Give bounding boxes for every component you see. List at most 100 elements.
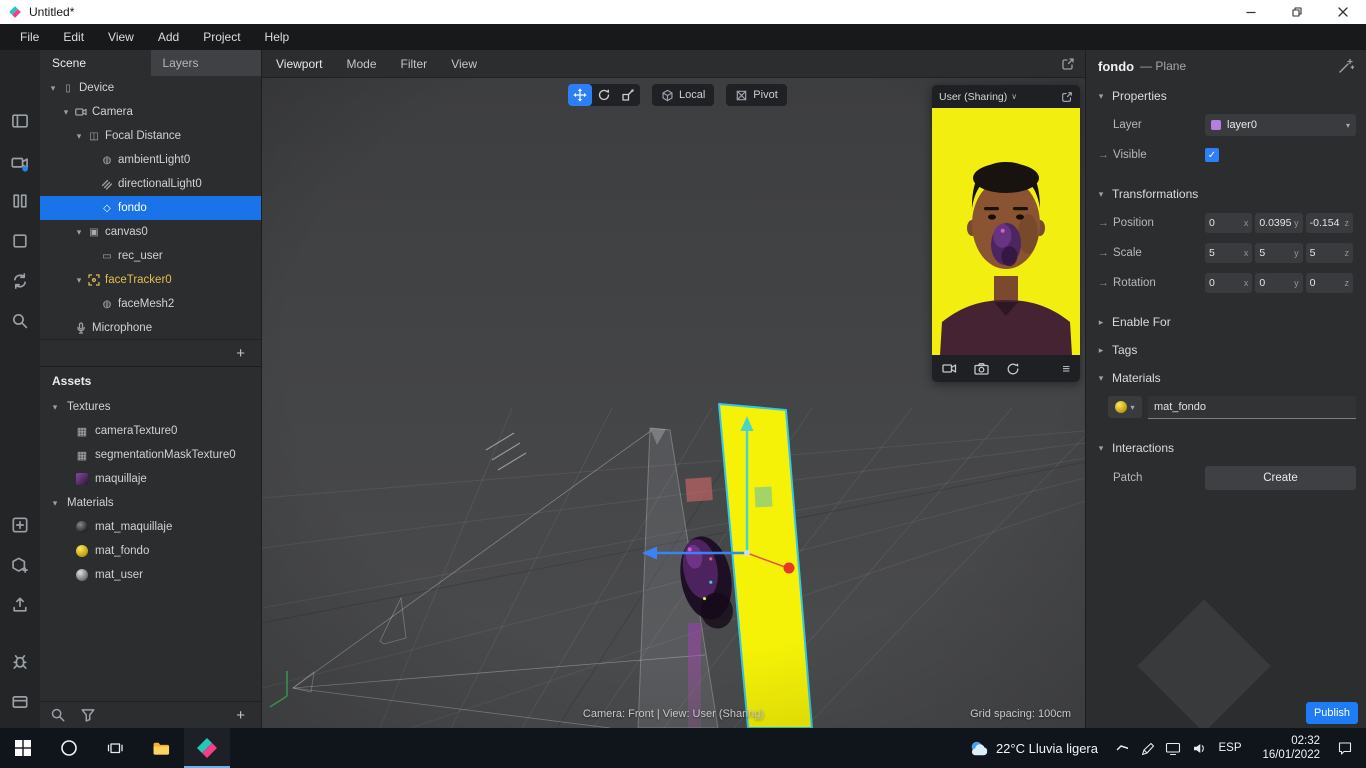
reset-rotate-icon[interactable] [1006, 362, 1021, 375]
chevron-down-icon[interactable]: ▾ [48, 498, 62, 509]
magic-wand-icon[interactable] [1338, 58, 1354, 74]
chevron-down-icon[interactable]: ▾ [59, 107, 73, 118]
test-device-bug-icon[interactable] [11, 652, 29, 670]
asset-item-segmentationmasktexture0[interactable]: ▦ segmentationMaskTexture0 [40, 443, 261, 467]
tree-item-rec-user[interactable]: ▭ rec_user [40, 244, 261, 268]
action-center-button[interactable] [1324, 728, 1366, 768]
tree-item-canvas0[interactable]: ▾ ▣ canvas0 [40, 220, 261, 244]
tree-item-microphone[interactable]: Microphone [40, 316, 261, 340]
camera-source-dropdown[interactable]: User (Sharing) [939, 91, 1007, 103]
file-explorer-button[interactable] [138, 728, 184, 768]
frame-icon[interactable] [11, 232, 29, 250]
start-button[interactable] [0, 728, 46, 768]
chevron-down-icon[interactable]: ▾ [48, 402, 62, 413]
chevron-down-icon[interactable]: ▾ [72, 227, 86, 238]
scale-x-field[interactable]: 5x [1205, 243, 1253, 263]
rotate-tool-button[interactable] [592, 84, 616, 106]
viewport-menu-mode[interactable]: Mode [334, 57, 388, 71]
popout-icon[interactable] [1061, 91, 1073, 103]
video-camera-icon[interactable] [942, 362, 957, 375]
viewport-menu-view[interactable]: View [439, 57, 489, 71]
scale-y-field[interactable]: 5y [1255, 243, 1303, 263]
filter-icon[interactable] [80, 707, 96, 723]
tree-item-directionallight0[interactable]: directionalLight0 [40, 172, 261, 196]
material-name-field[interactable]: mat_fondo [1148, 395, 1356, 419]
layer-dropdown[interactable]: layer0 ▾ [1205, 114, 1356, 136]
rotation-y-field[interactable]: 0y [1255, 273, 1303, 293]
minimize-button[interactable] [1228, 0, 1274, 24]
tree-item-focal-distance[interactable]: ▾ ◫ Focal Distance [40, 124, 261, 148]
section-properties[interactable]: ▾ Properties [1086, 82, 1366, 110]
add-asset-cube-icon[interactable] [11, 556, 29, 574]
tree-item-ambientlight0[interactable]: ◍ ambientLight0 [40, 148, 261, 172]
chevron-down-icon[interactable]: ▾ [72, 131, 86, 142]
card-icon[interactable] [11, 693, 29, 711]
menu-view[interactable]: View [96, 30, 146, 44]
tree-item-fondo[interactable]: ◇ fondo [40, 196, 261, 220]
chevron-down-icon[interactable]: ▾ [72, 275, 86, 286]
menu-help[interactable]: Help [253, 30, 302, 44]
tree-item-device[interactable]: ▾ ▯ Device [40, 76, 261, 100]
split-view-icon[interactable] [11, 192, 29, 210]
local-space-dropdown[interactable]: Local [652, 84, 715, 106]
patchable-arrow-icon[interactable]: → [1098, 149, 1113, 161]
add-block-icon[interactable] [11, 516, 29, 534]
tab-scene[interactable]: Scene [40, 50, 151, 76]
popout-icon[interactable] [1061, 57, 1075, 71]
create-patch-button[interactable]: Create [1205, 466, 1356, 490]
position-y-field[interactable]: 0.0395 y [1255, 213, 1303, 233]
tray-expand-button[interactable] [1108, 728, 1134, 768]
section-enable-for[interactable]: ▸ Enable For [1086, 308, 1366, 336]
menu-add[interactable]: Add [146, 30, 191, 44]
task-view-button[interactable] [92, 728, 138, 768]
layout-panels-icon[interactable] [11, 112, 29, 130]
asset-item-cameratexture0[interactable]: ▦ cameraTexture0 [40, 419, 261, 443]
spark-ar-taskbar-button[interactable] [184, 728, 230, 768]
scale-z-field[interactable]: 5z [1305, 243, 1353, 263]
section-interactions[interactable]: ▾ Interactions [1086, 434, 1366, 462]
chevron-down-icon[interactable]: ∨ [1011, 92, 1017, 101]
tray-display-button[interactable] [1160, 728, 1186, 768]
menu-project[interactable]: Project [191, 30, 252, 44]
close-button[interactable] [1320, 0, 1366, 24]
restore-button[interactable] [1274, 0, 1320, 24]
taskbar-clock[interactable]: 02:32 16/01/2022 [1248, 734, 1324, 762]
tree-item-camera[interactable]: ▾ Camera [40, 100, 261, 124]
section-materials[interactable]: ▾ Materials [1086, 364, 1366, 392]
asset-item-mat-maquillaje[interactable]: mat_maquillaje [40, 515, 261, 539]
add-asset-button[interactable]: + [236, 707, 245, 724]
patchable-arrow-icon[interactable]: → [1098, 277, 1113, 289]
chevron-down-icon[interactable]: ▾ [46, 83, 60, 94]
assets-group-textures[interactable]: ▾ Textures [40, 395, 261, 419]
move-tool-button[interactable] [568, 84, 592, 106]
menu-edit[interactable]: Edit [51, 30, 96, 44]
hamburger-menu-icon[interactable]: ≡ [1062, 361, 1070, 376]
video-device-icon[interactable] [11, 154, 29, 172]
section-transformations[interactable]: ▾ Transformations [1086, 180, 1366, 208]
tree-item-facemesh2[interactable]: ◍ faceMesh2 [40, 292, 261, 316]
add-object-button[interactable]: + [236, 345, 245, 362]
scale-tool-button[interactable] [616, 84, 640, 106]
asset-item-maquillaje[interactable]: maquillaje [40, 467, 261, 491]
visible-checkbox[interactable]: ✓ [1205, 148, 1219, 162]
position-x-field[interactable]: 0x [1205, 213, 1253, 233]
section-tags[interactable]: ▸ Tags [1086, 336, 1366, 364]
menu-file[interactable]: File [8, 30, 51, 44]
patchable-arrow-icon[interactable]: → [1098, 217, 1113, 229]
asset-item-mat-fondo[interactable]: mat_fondo [40, 539, 261, 563]
cortana-button[interactable] [46, 728, 92, 768]
position-z-field[interactable]: -0.154 z [1305, 213, 1353, 233]
asset-item-mat-user[interactable]: mat_user [40, 563, 261, 587]
weather-widget[interactable]: 22°C Lluvia ligera [959, 728, 1108, 768]
publish-button[interactable]: Publish [1306, 702, 1358, 724]
language-indicator[interactable]: ESP [1212, 742, 1248, 754]
search-icon[interactable] [11, 312, 29, 330]
assets-group-materials[interactable]: ▾ Materials [40, 491, 261, 515]
material-dropdown[interactable]: ▾ [1108, 396, 1142, 418]
patchable-arrow-icon[interactable]: → [1098, 247, 1113, 259]
pivot-dropdown[interactable]: Pivot [726, 84, 787, 106]
export-icon[interactable] [11, 596, 29, 614]
viewport-menu-filter[interactable]: Filter [389, 57, 440, 71]
search-icon[interactable] [50, 707, 66, 723]
tab-layers[interactable]: Layers [150, 50, 261, 76]
